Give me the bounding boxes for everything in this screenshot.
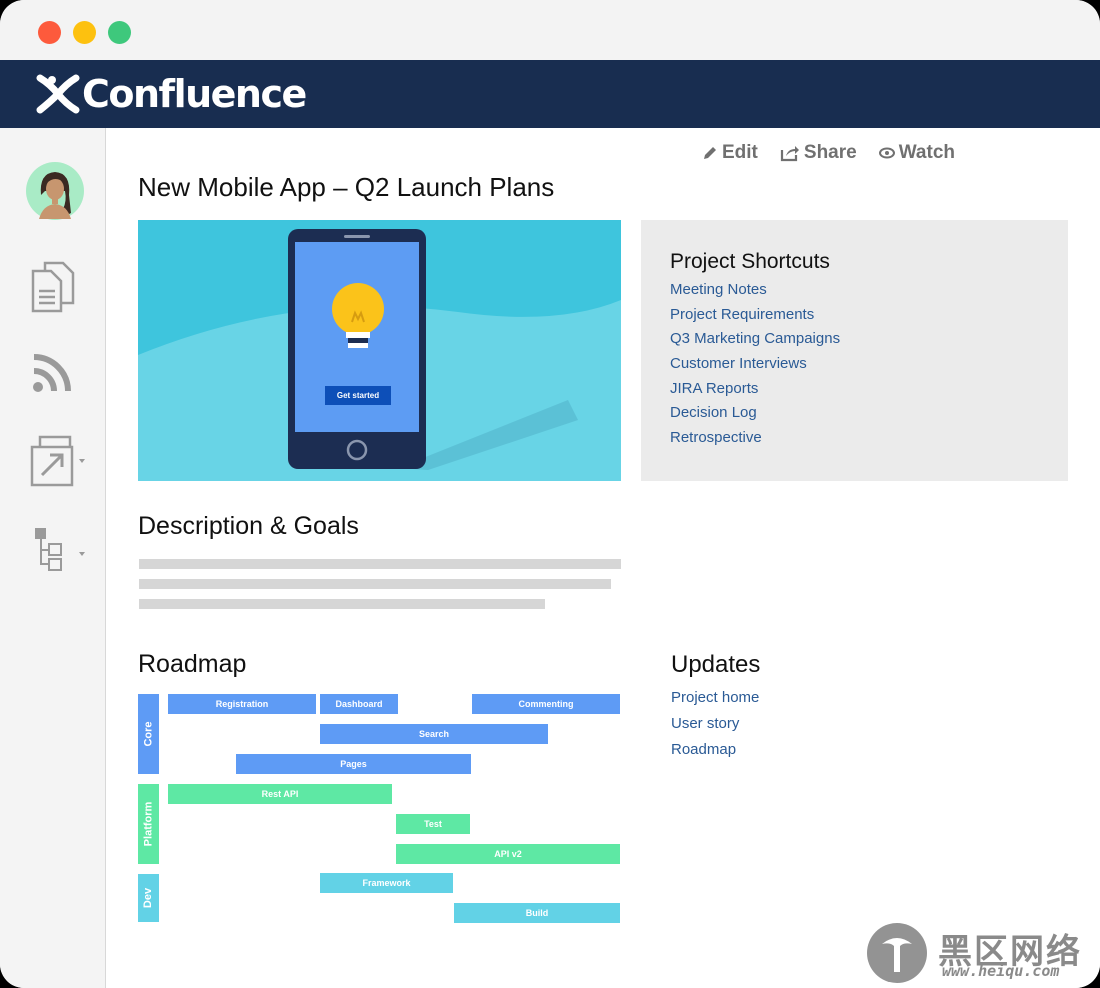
shortcut-link[interactable]: Project Requirements xyxy=(670,304,840,329)
share-button[interactable]: Share xyxy=(780,142,857,164)
roadmap-bar-search[interactable]: Search xyxy=(320,724,548,744)
page-title: New Mobile App – Q2 Launch Plans xyxy=(138,172,555,202)
confluence-x-icon xyxy=(36,74,80,114)
document-icon[interactable] xyxy=(31,261,75,313)
shortcut-link[interactable]: Customer Interviews xyxy=(670,353,840,378)
edit-label: Edit xyxy=(722,142,758,163)
roadmap-bar-rest-api[interactable]: Rest API xyxy=(168,784,392,804)
watermark-url: www.heiqu.com xyxy=(942,962,1060,980)
get-started-button[interactable]: Get started xyxy=(325,386,391,405)
lane-label-platform: Platform xyxy=(138,784,159,864)
watermark-logo-icon xyxy=(867,923,927,983)
shortcut-link[interactable]: Q3 Marketing Campaigns xyxy=(670,328,840,353)
update-link[interactable]: Roadmap xyxy=(671,740,759,766)
shortcut-link[interactable]: Retrospective xyxy=(670,427,840,452)
update-link[interactable]: Project home xyxy=(671,688,759,714)
lane-label-dev: Dev xyxy=(138,874,159,922)
shortcut-link[interactable]: Meeting Notes xyxy=(670,279,840,304)
roadmap-bar-test[interactable]: Test xyxy=(396,814,470,834)
roadmap-bar-framework[interactable]: Framework xyxy=(320,873,453,893)
roadmap-bar-pages[interactable]: Pages xyxy=(236,754,471,774)
placeholder-text-line xyxy=(139,599,545,609)
roadmap-bar-registration[interactable]: Registration xyxy=(168,694,316,714)
share-link-icon[interactable] xyxy=(30,435,90,487)
roadmap-bar-dashboard[interactable]: Dashboard xyxy=(320,694,398,714)
maximize-window-button[interactable] xyxy=(108,21,131,44)
share-icon xyxy=(780,146,799,162)
top-navigation-bar: Confluence xyxy=(0,60,1100,128)
roadmap-chart: Core Platform Dev Registration Dashboard… xyxy=(138,693,622,923)
roadmap-bar-build[interactable]: Build xyxy=(454,903,620,923)
eye-icon xyxy=(878,147,895,159)
page-actions: Edit Share Watch xyxy=(702,142,977,164)
edit-button[interactable]: Edit xyxy=(702,142,758,164)
page-tree-icon[interactable] xyxy=(33,526,89,572)
watch-label: Watch xyxy=(898,142,955,163)
main-content: Edit Share Watch New Mobile App – Q2 Lau… xyxy=(106,128,1100,988)
description-heading: Description & Goals xyxy=(138,512,359,540)
placeholder-text-line xyxy=(139,559,621,569)
app-name: Confluence xyxy=(82,72,307,116)
title-bar xyxy=(0,0,1100,60)
lane-label-core: Core xyxy=(138,694,159,774)
minimize-window-button[interactable] xyxy=(73,21,96,44)
project-shortcuts-panel: Project Shortcuts Meeting Notes Project … xyxy=(641,220,1068,481)
share-label: Share xyxy=(803,142,857,163)
site-watermark: 黑区网络 www.heiqu.com xyxy=(866,922,1100,988)
roadmap-bar-commenting[interactable]: Commenting xyxy=(472,694,620,714)
hero-banner: Get started xyxy=(138,220,621,481)
roadmap-bar-api-v2[interactable]: API v2 xyxy=(396,844,620,864)
left-sidebar xyxy=(0,128,106,988)
placeholder-text-line xyxy=(139,579,611,589)
confluence-logo[interactable]: Confluence xyxy=(36,70,307,118)
pencil-icon xyxy=(704,147,716,159)
close-window-button[interactable] xyxy=(38,21,61,44)
roadmap-heading: Roadmap xyxy=(138,650,247,678)
app-window: Confluence Edit Share Watch New Mobile A… xyxy=(0,0,1100,988)
shortcut-link[interactable]: JIRA Reports xyxy=(670,378,840,403)
shortcut-link[interactable]: Decision Log xyxy=(670,402,840,427)
update-link[interactable]: User story xyxy=(671,714,759,740)
rss-icon[interactable] xyxy=(32,353,72,393)
shortcuts-heading: Project Shortcuts xyxy=(670,250,830,273)
updates-heading: Updates xyxy=(671,651,761,678)
watch-button[interactable]: Watch xyxy=(878,142,955,164)
phone-illustration xyxy=(138,229,621,481)
user-avatar-icon[interactable] xyxy=(25,161,85,221)
